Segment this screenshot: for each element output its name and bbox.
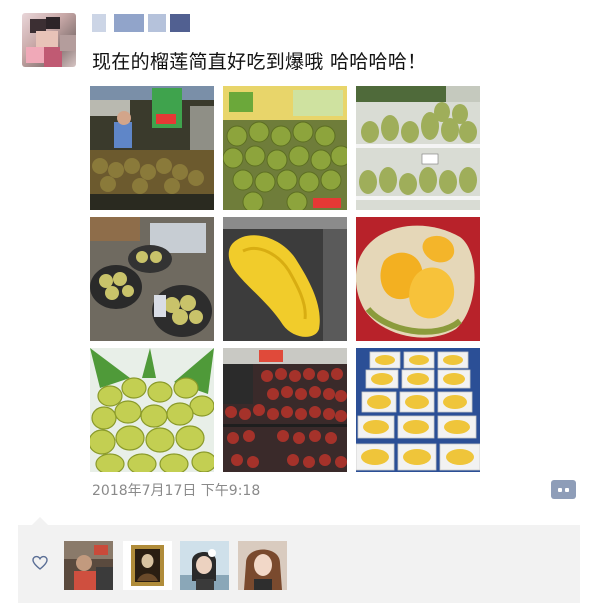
author-avatar[interactable] [22, 13, 76, 67]
durian-pile-image [223, 86, 347, 210]
likes-section [18, 517, 580, 603]
durian-stall-image [90, 86, 214, 210]
post-text: 现在的榴莲简直好吃到爆哦 哈哈哈哈！ [92, 51, 427, 73]
liker-photo [238, 541, 287, 590]
photo-thumbnail[interactable] [356, 217, 480, 341]
green-coconuts-image [90, 348, 214, 472]
photo-grid [90, 86, 480, 472]
photo-thumbnail[interactable] [90, 217, 214, 341]
liker-avatar[interactable] [64, 541, 113, 590]
liker-photo [64, 541, 113, 590]
liker-photo [180, 541, 229, 590]
photo-thumbnail[interactable] [223, 217, 347, 341]
photo-thumbnail[interactable] [223, 86, 347, 210]
durian-flesh-image [223, 217, 347, 341]
liker-photo [123, 541, 172, 590]
heart-outline-icon [32, 555, 48, 570]
liker-avatar[interactable] [180, 541, 229, 590]
liker-avatar[interactable] [238, 541, 287, 590]
photo-thumbnail[interactable] [90, 348, 214, 472]
mangosteen-trays-image [223, 348, 347, 472]
dot-icon [565, 488, 569, 492]
durian-shelves-image [356, 86, 480, 210]
author-name-redacted[interactable] [92, 14, 190, 32]
photo-thumbnail[interactable] [90, 86, 214, 210]
photo-thumbnail[interactable] [356, 348, 480, 472]
photo-thumbnail[interactable] [356, 86, 480, 210]
comment-options-button[interactable] [551, 480, 576, 499]
post-timestamp: 2018年7月17日 下午9:18 [92, 483, 261, 499]
photo-thumbnail[interactable] [223, 348, 347, 472]
liker-avatar[interactable] [123, 541, 172, 590]
durian-opened-image [356, 217, 480, 341]
durian-baskets-image [90, 217, 214, 341]
durian-packed-boxes-image [356, 348, 480, 472]
dot-icon [558, 488, 562, 492]
